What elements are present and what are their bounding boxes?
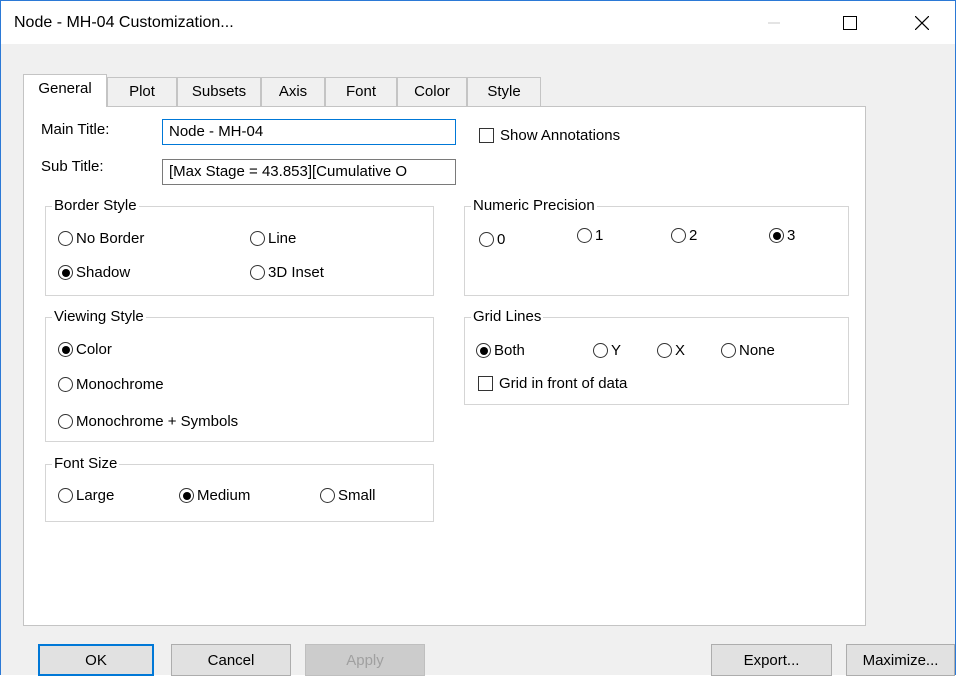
customization-dialog: Node - MH-04 Customization... General Pl… — [0, 0, 956, 676]
radio-label: X — [675, 342, 686, 359]
radio-grid-x[interactable]: X — [657, 342, 685, 359]
general-tab-panel: Main Title: Node - MH-04 Sub Title: [Max… — [23, 106, 866, 626]
tab-general[interactable]: General — [23, 74, 107, 107]
radio-label: Y — [611, 342, 622, 359]
export-button[interactable]: Export... — [711, 644, 832, 676]
tab-font[interactable]: Font — [325, 77, 397, 106]
radio-label: 3D Inset — [268, 264, 324, 281]
tab-plot[interactable]: Plot — [107, 77, 177, 106]
viewing-style-group: Viewing Style Color Monochrome Monochrom… — [45, 308, 434, 442]
show-annotations-box[interactable] — [479, 128, 494, 143]
tab-subsets[interactable]: Subsets — [177, 77, 261, 106]
radio-label: Large — [76, 487, 115, 504]
radio-circle[interactable] — [479, 232, 494, 247]
radio-monochrome-symbols[interactable]: Monochrome + Symbols — [58, 413, 238, 430]
radio-circle[interactable] — [320, 488, 335, 503]
title-bar: Node - MH-04 Customization... — [1, 1, 955, 44]
border-style-group: Border Style No Border Line Shadow 3D In… — [45, 197, 434, 296]
radio-label: 0 — [497, 231, 506, 248]
grid-in-front-label: Grid in front of data — [499, 375, 628, 392]
numeric-precision-group: Numeric Precision 0 1 2 3 — [464, 197, 849, 296]
maximize-icon — [843, 15, 857, 30]
radio-circle[interactable] — [58, 488, 73, 503]
radio-line[interactable]: Line — [250, 230, 296, 247]
radio-label: Monochrome + Symbols — [76, 413, 239, 430]
sub-title-input[interactable]: [Max Stage = 43.853][Cumulative O — [162, 159, 456, 185]
grid-in-front-checkbox[interactable]: Grid in front of data — [478, 375, 627, 392]
border-style-legend: Border Style — [52, 197, 139, 214]
radio-color[interactable]: Color — [58, 341, 112, 358]
radio-label: No Border — [76, 230, 145, 247]
radio-grid-both[interactable]: Both — [476, 342, 525, 359]
grid-lines-legend: Grid Lines — [471, 308, 544, 325]
radio-circle-selected[interactable] — [179, 488, 194, 503]
main-title-input[interactable]: Node - MH-04 — [162, 119, 456, 145]
radio-precision-0[interactable]: 0 — [479, 231, 505, 248]
radio-circle[interactable] — [250, 265, 265, 280]
radio-label: Small — [338, 487, 376, 504]
cancel-button[interactable]: Cancel — [171, 644, 291, 676]
show-annotations-checkbox[interactable]: Show Annotations — [479, 127, 620, 144]
sub-title-label: Sub Title: — [41, 158, 104, 175]
tab-color[interactable]: Color — [397, 77, 467, 106]
tab-style[interactable]: Style — [467, 77, 541, 106]
grid-in-front-box[interactable] — [478, 376, 493, 391]
radio-precision-3[interactable]: 3 — [769, 227, 795, 244]
radio-circle[interactable] — [721, 343, 736, 358]
apply-button[interactable]: Apply — [305, 644, 425, 676]
radio-label: Color — [76, 341, 112, 358]
radio-circle-selected[interactable] — [769, 228, 784, 243]
radio-medium[interactable]: Medium — [179, 487, 250, 504]
radio-label: 3 — [787, 227, 796, 244]
viewing-style-legend: Viewing Style — [52, 308, 146, 325]
radio-label: Shadow — [76, 264, 131, 281]
close-button[interactable] — [899, 1, 945, 44]
radio-3d-inset[interactable]: 3D Inset — [250, 264, 324, 281]
maximize-window-button[interactable] — [827, 1, 873, 44]
radio-label: Monochrome — [76, 376, 164, 393]
tab-axis[interactable]: Axis — [261, 77, 325, 106]
font-size-group: Font Size Large Medium Small — [45, 455, 434, 522]
radio-shadow[interactable]: Shadow — [58, 264, 130, 281]
radio-circle[interactable] — [58, 414, 73, 429]
radio-precision-2[interactable]: 2 — [671, 227, 697, 244]
grid-lines-group: Grid Lines Both Y X None Grid in front o… — [464, 308, 849, 405]
radio-circle-selected[interactable] — [58, 265, 73, 280]
show-annotations-label: Show Annotations — [500, 127, 621, 144]
minimize-icon — [768, 22, 780, 23]
radio-monochrome[interactable]: Monochrome — [58, 376, 164, 393]
radio-grid-none[interactable]: None — [721, 342, 775, 359]
radio-circle-selected[interactable] — [476, 343, 491, 358]
maximize-button[interactable]: Maximize... — [846, 644, 955, 676]
radio-small[interactable]: Small — [320, 487, 376, 504]
radio-label: 1 — [595, 227, 604, 244]
radio-label: None — [739, 342, 775, 359]
close-icon — [915, 15, 929, 30]
radio-circle[interactable] — [250, 231, 265, 246]
ok-button[interactable]: OK — [38, 644, 154, 676]
numeric-precision-legend: Numeric Precision — [471, 197, 597, 214]
radio-grid-y[interactable]: Y — [593, 342, 621, 359]
radio-circle[interactable] — [593, 343, 608, 358]
window-title: Node - MH-04 Customization... — [14, 14, 234, 31]
radio-precision-1[interactable]: 1 — [577, 227, 603, 244]
font-size-legend: Font Size — [52, 455, 120, 472]
main-title-label: Main Title: — [41, 121, 110, 138]
radio-label: Medium — [197, 487, 251, 504]
radio-label: Line — [268, 230, 297, 247]
radio-circle-selected[interactable] — [58, 342, 73, 357]
radio-label: Both — [494, 342, 525, 359]
radio-circle[interactable] — [577, 228, 592, 243]
radio-circle[interactable] — [58, 377, 73, 392]
minimize-button[interactable] — [751, 1, 797, 44]
radio-circle[interactable] — [671, 228, 686, 243]
radio-circle[interactable] — [58, 231, 73, 246]
radio-large[interactable]: Large — [58, 487, 114, 504]
radio-label: 2 — [689, 227, 698, 244]
radio-circle[interactable] — [657, 343, 672, 358]
radio-no-border[interactable]: No Border — [58, 230, 144, 247]
